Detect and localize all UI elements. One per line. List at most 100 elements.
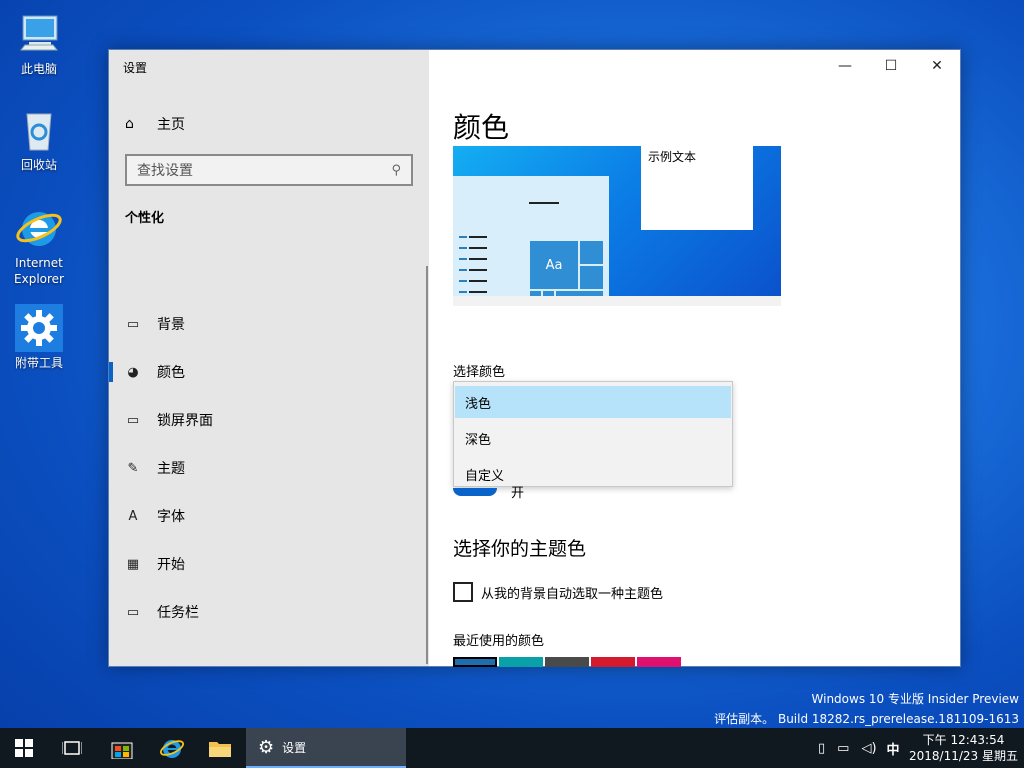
transparency-toggle[interactable] xyxy=(453,488,497,496)
choose-color-label: 选择颜色 xyxy=(453,365,506,380)
watermark-line1: Windows 10 专业版 Insider Preview xyxy=(811,692,1019,706)
search-input[interactable]: 查找设置 ⚲ xyxy=(125,154,413,186)
preview-app-list xyxy=(459,236,487,296)
settings-content: — ☐ ✕ 颜色 Aa 示例文本 选择颜色 浅色 深色 自定义 开 选择你的主题… xyxy=(429,50,960,667)
recent-colors-label: 最近使用的颜色 xyxy=(453,634,545,649)
desktop-icon-label: 回收站 xyxy=(20,158,57,172)
theme-brush-icon: ✎ xyxy=(127,460,139,476)
preview-tile xyxy=(579,240,604,265)
preview-tile xyxy=(579,265,604,290)
color-swatch[interactable] xyxy=(591,657,635,667)
dropdown-option-custom[interactable]: 自定义 xyxy=(455,458,731,490)
color-swatch[interactable] xyxy=(545,657,589,667)
sidebar-item-colors[interactable]: ◕ 颜色 xyxy=(109,352,427,392)
task-view-button[interactable] xyxy=(48,728,96,768)
sidebar-item-label: 主题 xyxy=(157,461,185,477)
watermark-line2: 评估副本。 Build 18282.rs_prerelease.181109-1… xyxy=(714,712,1019,726)
sidebar-item-label: 开始 xyxy=(157,557,185,573)
preview-tile-large: Aa xyxy=(529,240,579,290)
desktop-icon-label: Explorer xyxy=(14,272,64,286)
sidebar-item-background[interactable]: ▭ 背景 xyxy=(109,304,427,344)
taskbar-app-settings[interactable]: ⚙ 设置 xyxy=(246,728,406,768)
desktop-icon-accessories[interactable]: 附带工具 xyxy=(6,304,72,371)
folder-icon xyxy=(209,742,231,757)
clock-date: 2018/11/23 星期五 xyxy=(909,749,1018,763)
settings-nav-pane: 设置 ⌂ 主页 查找设置 ⚲ 个性化 ▭ 背景 ◕ 颜色 ▭ 锁屏界面 ✎ 主题… xyxy=(109,50,429,666)
checkbox-box[interactable] xyxy=(453,582,473,602)
color-mode-dropdown[interactable]: 浅色 深色 自定义 xyxy=(453,381,733,487)
nav-home[interactable]: ⌂ 主页 xyxy=(125,114,185,134)
recycle-bin-icon xyxy=(15,106,63,154)
sidebar-item-label: 颜色 xyxy=(157,365,185,381)
lock-screen-icon: ▭ xyxy=(126,412,140,428)
dropdown-option-light[interactable]: 浅色 xyxy=(455,386,731,418)
settings-window: 设置 ⌂ 主页 查找设置 ⚲ 个性化 ▭ 背景 ◕ 颜色 ▭ 锁屏界面 ✎ 主题… xyxy=(108,49,961,667)
desktop-icon-label: 附带工具 xyxy=(14,356,63,370)
sidebar-item-themes[interactable]: ✎ 主题 xyxy=(109,448,427,488)
store-button[interactable] xyxy=(98,728,146,768)
color-swatch[interactable] xyxy=(637,657,681,667)
desktop-icon-label: 此电脑 xyxy=(20,62,57,76)
nav-home-label: 主页 xyxy=(157,117,185,133)
taskbar-app-label: 设置 xyxy=(282,740,307,755)
home-icon: ⌂ xyxy=(125,116,134,132)
sidebar-item-label: 背景 xyxy=(157,317,185,333)
ie-icon xyxy=(160,740,184,758)
file-explorer-button[interactable] xyxy=(196,728,244,768)
nav-scrollbar[interactable] xyxy=(426,266,428,664)
window-title: 设置 xyxy=(123,61,148,75)
sidebar-item-label: 锁屏界面 xyxy=(157,413,213,429)
taskbar-icon: ▭ xyxy=(126,604,140,620)
page-title: 颜色 xyxy=(453,111,510,144)
section-title: 个性化 xyxy=(125,211,165,226)
sidebar-item-label: 字体 xyxy=(157,509,185,525)
start-grid-icon: ▦ xyxy=(126,556,140,572)
store-icon xyxy=(111,742,133,759)
auto-accent-checkbox[interactable]: 从我的背景自动选取一种主题色 xyxy=(453,582,663,602)
ie-taskbar-button[interactable] xyxy=(148,728,196,768)
sidebar-item-fonts[interactable]: A 字体 xyxy=(109,496,427,536)
usb-icon[interactable]: ▯ xyxy=(818,741,825,756)
checkbox-label: 从我的背景自动选取一种主题色 xyxy=(481,586,664,602)
computer-icon xyxy=(15,10,63,58)
dropdown-option-dark[interactable]: 深色 xyxy=(455,422,731,454)
windows-logo-icon xyxy=(15,739,33,757)
maximize-button[interactable]: ☐ xyxy=(868,50,914,82)
minimize-button[interactable]: — xyxy=(822,50,868,82)
network-icon[interactable]: ▭ xyxy=(837,741,849,756)
task-view-icon xyxy=(62,741,82,755)
sidebar-item-taskbar[interactable]: ▭ 任务栏 xyxy=(109,592,427,632)
font-icon: A xyxy=(128,508,138,524)
palette-icon: ◕ xyxy=(127,364,139,380)
color-swatch[interactable] xyxy=(453,657,497,667)
color-swatch[interactable] xyxy=(499,657,543,667)
start-button[interactable] xyxy=(0,728,48,768)
desktop-icon-internet-explorer[interactable]: Internet Explorer xyxy=(6,204,72,287)
picture-icon: ▭ xyxy=(126,316,140,332)
clock-time: 下午 12:43:54 xyxy=(922,733,1005,747)
desktop-icon-recycle-bin[interactable]: 回收站 xyxy=(6,106,72,173)
search-icon: ⚲ xyxy=(391,162,401,178)
close-button[interactable]: ✕ xyxy=(914,50,960,82)
recent-colors xyxy=(453,657,683,667)
clock[interactable]: 下午 12:43:54 2018/11/23 星期五 xyxy=(909,732,1018,764)
sidebar-item-lock-screen[interactable]: ▭ 锁屏界面 xyxy=(109,400,427,440)
sidebar-item-label: 任务栏 xyxy=(157,605,199,621)
preview-tiles-header xyxy=(529,202,559,204)
color-preview: Aa 示例文本 xyxy=(453,146,781,296)
preview-taskbar-strip xyxy=(453,296,781,306)
desktop-icon-this-pc[interactable]: 此电脑 xyxy=(6,10,72,77)
system-tray: ▯ ▭ ◁) 中 xyxy=(818,728,900,768)
gear-icon: ⚙ xyxy=(258,736,275,758)
sidebar-item-start[interactable]: ▦ 开始 xyxy=(109,544,427,584)
taskbar: ⚙ 设置 ▯ ▭ ◁) 中 下午 12:43:54 2018/11/23 星期五 xyxy=(0,728,1024,768)
search-placeholder: 查找设置 xyxy=(137,163,193,179)
toggle-state-label: 开 xyxy=(511,486,525,501)
desktop-icon-label: Internet xyxy=(15,256,63,270)
volume-icon[interactable]: ◁) xyxy=(861,741,876,756)
ime-indicator[interactable]: 中 xyxy=(887,739,900,758)
preview-sample-window: 示例文本 xyxy=(641,146,753,230)
accent-heading: 选择你的主题色 xyxy=(453,538,587,560)
ie-icon xyxy=(15,204,63,252)
preview-start-pane: Aa xyxy=(453,176,609,296)
